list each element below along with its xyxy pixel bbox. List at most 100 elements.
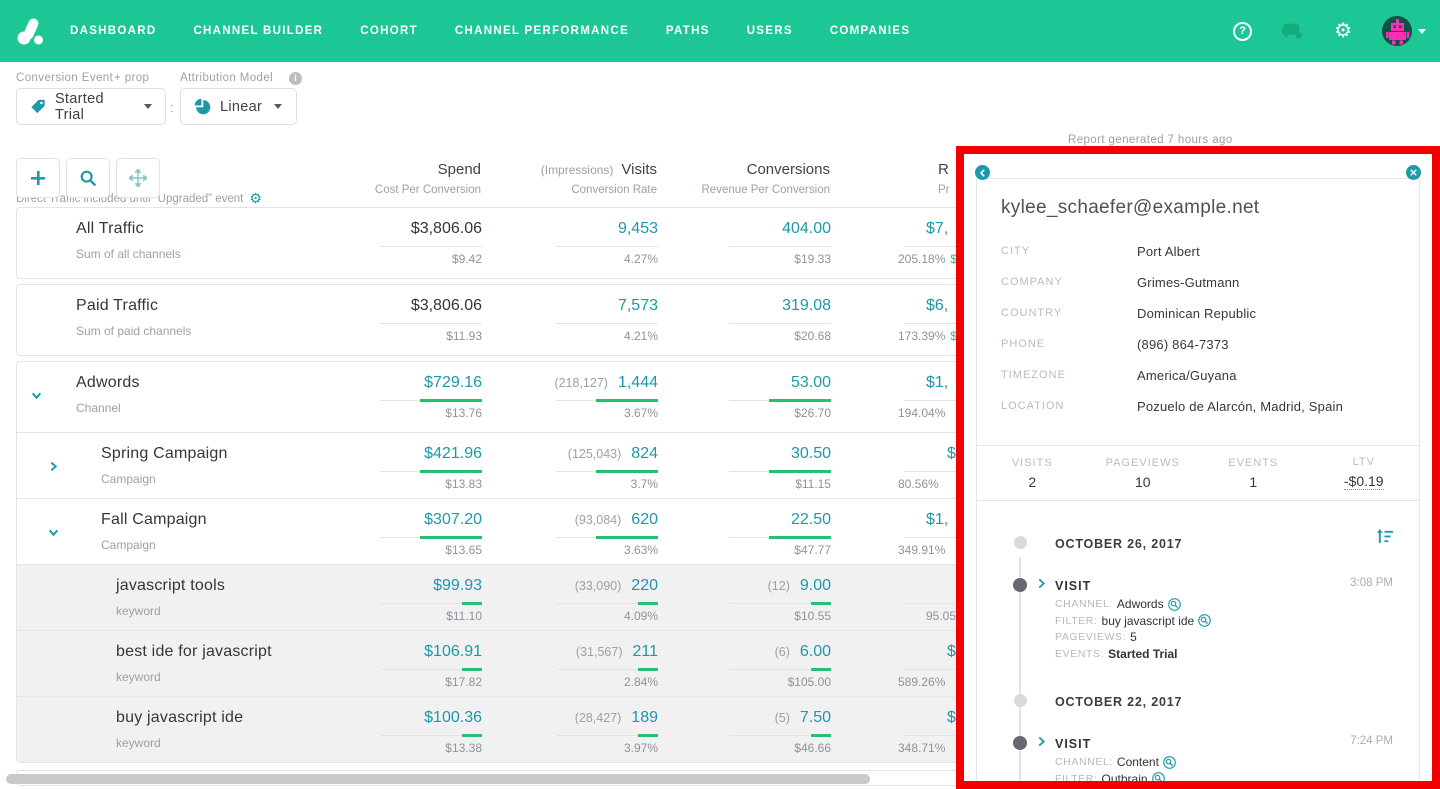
timeline-visit[interactable]: VISIT7:24 PMCHANNEL:ContentFILTER:Outbra… bbox=[977, 735, 1419, 789]
detail-label: CHANNEL: bbox=[1055, 597, 1113, 612]
attribution-model-select[interactable]: Linear bbox=[180, 88, 297, 125]
nav-item-channel-performance[interactable]: CHANNEL PERFORMANCE bbox=[455, 25, 629, 37]
cell-value[interactable]: 7.50 bbox=[800, 709, 831, 726]
column-header-conversions[interactable]: ConversionsRevenue Per Conversion bbox=[610, 161, 830, 196]
cell-value[interactable]: 211 bbox=[632, 643, 658, 660]
cell-visits: (93,084)6203.63% bbox=[493, 499, 658, 564]
avatar[interactable] bbox=[1382, 16, 1412, 46]
timeline-visit[interactable]: VISIT3:08 PMCHANNEL:AdwordsFILTER:buy ja… bbox=[977, 577, 1419, 661]
cell-value[interactable]: $421.96 bbox=[424, 445, 482, 462]
cell-value[interactable]: $ bbox=[947, 643, 956, 660]
modified-indicator bbox=[811, 602, 831, 605]
nav-item-channel-builder[interactable]: CHANNEL BUILDER bbox=[193, 25, 323, 37]
nav-item-companies[interactable]: COMPANIES bbox=[830, 25, 911, 37]
modified-indicator bbox=[462, 668, 482, 671]
cell-value[interactable]: 7,573 bbox=[618, 297, 658, 314]
settings-gear-icon[interactable]: ⚙ bbox=[1334, 21, 1352, 41]
cell-subvalue: 3.67% bbox=[624, 406, 658, 420]
horizontal-scrollbar[interactable] bbox=[6, 774, 870, 784]
cell-subvalue: 194.04% bbox=[898, 406, 945, 420]
table-card: Paid TrafficSum of paid channels$3,806.0… bbox=[16, 284, 1104, 356]
add-prop-link[interactable]: + prop bbox=[114, 72, 149, 84]
stat-value[interactable]: -$0.19 bbox=[1344, 473, 1384, 490]
stat-value: 1 bbox=[1198, 474, 1309, 490]
help-icon[interactable]: ? bbox=[1233, 22, 1252, 41]
cell-value[interactable]: $729.16 bbox=[424, 374, 482, 391]
nav-item-paths[interactable]: PATHS bbox=[666, 25, 710, 37]
table-row-all-traffic[interactable]: All TrafficSum of all channels$3,806.06$… bbox=[17, 208, 1103, 278]
zoom-icon[interactable] bbox=[1168, 598, 1181, 611]
move-icon bbox=[129, 169, 147, 187]
nav-item-users[interactable]: USERS bbox=[747, 25, 793, 37]
cell-value[interactable]: $100.36 bbox=[424, 709, 482, 726]
cell-visits: (125,043)8243.7% bbox=[493, 433, 658, 498]
cell-value[interactable]: 9,453 bbox=[618, 220, 658, 237]
reorder-button[interactable] bbox=[116, 158, 160, 198]
cell-value[interactable]: 189 bbox=[631, 709, 658, 726]
cell-value[interactable]: 1,444 bbox=[618, 374, 658, 391]
cell-value[interactable]: 30.50 bbox=[791, 445, 831, 462]
cell-divider bbox=[556, 323, 658, 324]
row-type-label: keyword bbox=[116, 604, 161, 618]
table-row-javascript-tools[interactable]: javascript toolskeyword$99.93$11.10(33,0… bbox=[17, 564, 1103, 630]
cell-value[interactable]: $1, bbox=[926, 374, 948, 391]
cell-spend: $3,806.06$9.42 bbox=[332, 208, 482, 278]
cell-divider bbox=[729, 323, 831, 324]
nav-item-cohort[interactable]: COHORT bbox=[360, 25, 418, 37]
row-title: Fall Campaign bbox=[101, 511, 207, 529]
cell-conversions: 22.50$47.77 bbox=[681, 499, 831, 564]
conversion-event-select[interactable]: Started Trial bbox=[16, 88, 166, 125]
search-icon bbox=[79, 169, 97, 187]
cell-value[interactable]: 6.00 bbox=[800, 643, 831, 660]
cell-value[interactable]: $307.20 bbox=[424, 511, 482, 528]
table-row-adwords[interactable]: AdwordsChannel$729.16$13.76(218,127)1,44… bbox=[17, 362, 1103, 432]
cell-value[interactable]: $ bbox=[947, 709, 956, 726]
cell-spend: $307.20$13.65 bbox=[332, 499, 482, 564]
table-row-spring-campaign[interactable]: Spring CampaignCampaign$421.96$13.83(125… bbox=[17, 432, 1103, 498]
table-row-buy-javascript-ide[interactable]: buy javascript idekeyword$100.36$13.38(2… bbox=[17, 696, 1103, 762]
stat-label: EVENTS bbox=[1198, 457, 1309, 469]
table-row-fall-campaign[interactable]: Fall CampaignCampaign$307.20$13.65(93,08… bbox=[17, 498, 1103, 564]
close-button[interactable] bbox=[1406, 165, 1421, 180]
cell-value[interactable]: 22.50 bbox=[791, 511, 831, 528]
cell-subvalue: $11.93 bbox=[446, 329, 482, 343]
cell-value[interactable]: 319.08 bbox=[782, 297, 831, 314]
add-channel-button[interactable] bbox=[16, 158, 60, 198]
zoom-icon[interactable] bbox=[1152, 772, 1165, 785]
cell-value[interactable]: $1, bbox=[926, 511, 948, 528]
expand-chevron-icon[interactable] bbox=[1037, 578, 1046, 589]
cell-value[interactable]: $6, bbox=[926, 297, 948, 314]
cell-value[interactable]: $106.91 bbox=[424, 643, 482, 660]
cell-subvalue: 2.84% bbox=[624, 675, 658, 689]
detail-label: FILTER: bbox=[1055, 772, 1098, 787]
cell-value[interactable]: $99.93 bbox=[433, 577, 482, 594]
cell-value[interactable]: 824 bbox=[631, 445, 658, 462]
expand-chevron-icon[interactable] bbox=[1037, 736, 1046, 747]
nav-item-dashboard[interactable]: DASHBOARD bbox=[70, 25, 156, 37]
field-value: Grimes-Gutmann bbox=[1137, 275, 1240, 290]
cell-value[interactable]: $7, bbox=[926, 220, 948, 237]
cell-value[interactable]: 404.00 bbox=[782, 220, 831, 237]
cell-value[interactable]: 53.00 bbox=[791, 374, 831, 391]
row-title: Paid Traffic bbox=[76, 297, 158, 315]
search-button[interactable] bbox=[66, 158, 110, 198]
field-value: Pozuelo de Alarcón, Madrid, Spain bbox=[1137, 399, 1343, 414]
table-row-paid-traffic[interactable]: Paid TrafficSum of paid channels$3,806.0… bbox=[17, 285, 1103, 355]
zoom-icon[interactable] bbox=[1198, 614, 1211, 627]
user-menu[interactable] bbox=[1382, 16, 1426, 46]
timeline-dot bbox=[1013, 736, 1027, 750]
app-logo-icon[interactable] bbox=[14, 14, 48, 48]
cell-value[interactable]: 620 bbox=[631, 511, 658, 528]
collapse-chevron-icon[interactable] bbox=[31, 390, 42, 401]
expand-chevron-icon[interactable] bbox=[48, 461, 59, 472]
collapse-chevron-icon[interactable] bbox=[48, 527, 59, 538]
zoom-icon[interactable] bbox=[1163, 756, 1176, 769]
cell-subvalue: $11.10 bbox=[446, 609, 482, 623]
cell-value[interactable]: 220 bbox=[631, 577, 658, 594]
info-icon[interactable]: i bbox=[289, 72, 302, 85]
chat-icon[interactable] bbox=[1282, 22, 1304, 40]
table-row-best-ide-for-javascript[interactable]: best ide for javascriptkeyword$106.91$17… bbox=[17, 630, 1103, 696]
cell-value[interactable]: 9.00 bbox=[800, 577, 831, 594]
back-button[interactable] bbox=[975, 165, 990, 180]
cell-value[interactable]: $ bbox=[947, 445, 956, 462]
